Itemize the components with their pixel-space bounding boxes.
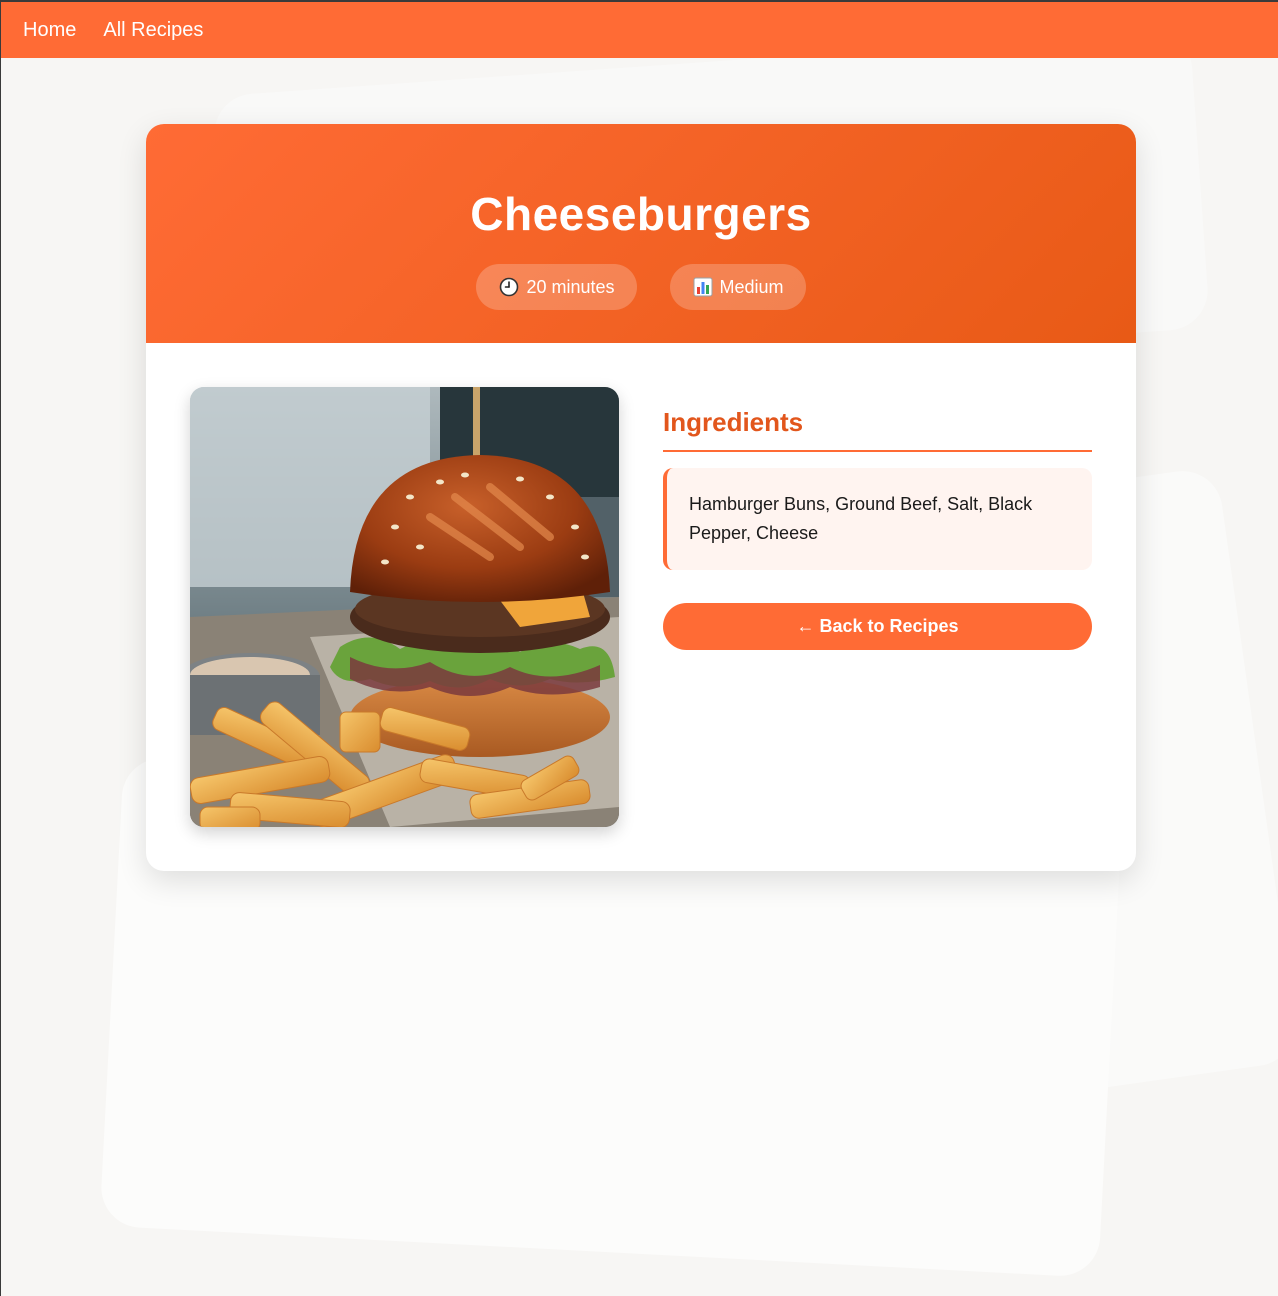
recipe-body: Ingredients Hamburger Buns, Ground Beef,… <box>146 343 1136 827</box>
ingredients-list: Hamburger Buns, Ground Beef, Salt, Black… <box>663 468 1092 570</box>
recipe-card: Cheeseburgers 20 minutes Medium Ingredie… <box>146 124 1136 871</box>
back-to-recipes-button[interactable]: ← Back to Recipes <box>663 603 1092 650</box>
recipe-meta: 20 minutes Medium <box>146 264 1136 310</box>
top-navbar: Home All Recipes <box>1 2 1278 58</box>
recipe-title: Cheeseburgers <box>470 188 812 240</box>
difficulty-value: Medium <box>719 276 784 297</box>
ingredients-heading: Ingredients <box>663 407 1092 452</box>
time-value: 20 minutes <box>526 276 615 297</box>
recipe-details: Ingredients Hamburger Buns, Ground Beef,… <box>663 387 1092 827</box>
nav-link-all-recipes[interactable]: All Recipes <box>103 19 203 42</box>
time-badge: 20 minutes <box>476 264 637 310</box>
bar-chart-icon <box>692 276 714 298</box>
clock-icon <box>498 276 520 298</box>
difficulty-badge: Medium <box>669 264 806 310</box>
nav-link-home[interactable]: Home <box>23 19 76 42</box>
recipe-photo <box>190 387 619 827</box>
recipe-header: Cheeseburgers 20 minutes Medium <box>146 124 1136 343</box>
